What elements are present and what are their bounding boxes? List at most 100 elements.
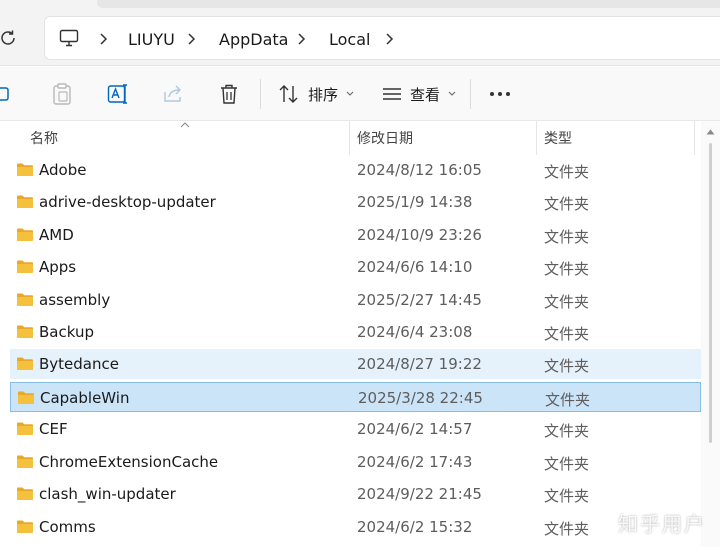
sort-label: 排序 [308, 85, 339, 104]
modified-date: 2024/10/9 23:26 [357, 226, 482, 244]
paste-button[interactable] [52, 80, 72, 108]
modified-date: 2024/6/4 23:08 [357, 323, 473, 341]
more-options-button[interactable] [489, 80, 511, 108]
rename-icon [107, 84, 127, 104]
toolbar-divider [260, 79, 261, 109]
scroll-up-icon[interactable] [706, 129, 715, 135]
view-button[interactable]: 查看 [382, 80, 456, 108]
watermark-text: 知乎用户 [618, 512, 706, 536]
modified-date: 2025/1/9 14:38 [357, 193, 473, 211]
modified-date: 2024/8/27 19:22 [357, 355, 482, 373]
modified-date: 2024/6/2 14:57 [357, 420, 473, 438]
folder-icon [17, 520, 33, 533]
list-item[interactable]: Backup 2024/6/4 23:08 文件夹 [10, 317, 701, 347]
sort-button[interactable]: 排序 [278, 80, 354, 108]
list-item[interactable]: Apps 2024/6/6 14:10 文件夹 [10, 252, 701, 282]
modified-date: 2025/3/28 22:45 [358, 389, 483, 407]
address-bar[interactable]: LIUYU AppData Local [44, 16, 720, 60]
folder-icon [17, 325, 33, 338]
modified-date: 2024/8/12 16:05 [357, 161, 482, 179]
list-item[interactable]: AMD 2024/10/9 23:26 文件夹 [10, 220, 701, 250]
folder-icon [17, 455, 33, 468]
view-list-icon [383, 88, 401, 100]
file-name: AMD [39, 226, 74, 244]
chevron-right-icon[interactable] [383, 30, 397, 48]
clipboard-icon [53, 83, 71, 105]
modified-date: 2024/6/2 17:43 [357, 453, 473, 471]
scrollbar-thumb[interactable] [709, 143, 712, 443]
delete-button[interactable] [219, 80, 239, 108]
file-type: 文件夹 [544, 163, 590, 181]
list-item[interactable]: CapableWin 2025/3/28 22:45 文件夹 [10, 382, 701, 412]
list-item[interactable]: CEF 2024/6/2 14:57 文件夹 [10, 414, 701, 444]
modified-date: 2024/9/22 21:45 [357, 485, 482, 503]
copy-button[interactable] [0, 80, 16, 108]
folder-icon [17, 163, 33, 176]
folder-icon [17, 228, 33, 241]
folder-icon [17, 487, 33, 500]
title-strip [0, 0, 720, 10]
folder-icon [17, 195, 33, 208]
chevron-down-icon [346, 91, 354, 96]
modified-date: 2025/2/27 14:45 [357, 291, 482, 309]
file-type: 文件夹 [544, 260, 590, 278]
file-name: CEF [39, 420, 68, 438]
file-type: 文件夹 [544, 520, 590, 538]
modified-date: 2024/6/2 15:32 [357, 518, 473, 536]
column-divider[interactable] [536, 121, 537, 155]
file-name: Comms [39, 518, 96, 536]
file-name: ChromeExtensionCache [39, 453, 219, 471]
list-item[interactable]: clash_win-updater 2024/9/22 21:45 文件夹 [10, 479, 701, 509]
file-name: clash_win-updater [39, 485, 176, 503]
address-row: LIUYU AppData Local [0, 10, 720, 66]
list-item[interactable]: ChromeExtensionCache 2024/6/2 17:43 文件夹 [10, 447, 701, 477]
file-name: assembly [39, 291, 111, 309]
refresh-button[interactable] [0, 24, 20, 52]
file-name: CapableWin [40, 389, 130, 407]
folder-icon [17, 293, 33, 306]
breadcrumb-item-liuyu[interactable]: LIUYU [128, 30, 175, 49]
column-name-header[interactable]: 名称 [30, 128, 58, 148]
vertical-scrollbar[interactable] [701, 121, 720, 547]
list-item[interactable]: adrive-desktop-updater 2025/1/9 14:38 文件夹 [10, 187, 701, 217]
sort-ascending-icon [180, 122, 190, 128]
column-header: 名称 修改日期 类型 [0, 121, 720, 155]
folder-icon [17, 357, 33, 370]
rename-button[interactable] [107, 80, 129, 108]
toolbar-divider [470, 79, 471, 109]
file-name: adrive-desktop-updater [39, 193, 216, 211]
list-item[interactable]: Comms 2024/6/2 15:32 文件夹 [10, 512, 701, 542]
tab-edge [97, 0, 720, 8]
folder-icon [17, 260, 33, 273]
breadcrumb-item-local[interactable]: Local [329, 30, 370, 49]
file-type: 文件夹 [544, 228, 590, 246]
share-button[interactable] [163, 80, 185, 108]
chevron-right-icon[interactable] [295, 30, 309, 48]
column-type-header[interactable]: 类型 [544, 128, 572, 148]
column-divider[interactable] [349, 121, 350, 155]
file-type: 文件夹 [544, 357, 590, 375]
column-date-header[interactable]: 修改日期 [357, 128, 413, 148]
trash-icon [221, 84, 237, 104]
file-type: 文件夹 [544, 422, 590, 440]
breadcrumb-item-appdata[interactable]: AppData [219, 30, 288, 49]
modified-date: 2024/6/6 14:10 [357, 258, 473, 276]
file-type: 文件夹 [544, 325, 590, 343]
view-label: 查看 [410, 85, 441, 104]
command-bar: 排序 查看 [0, 67, 720, 121]
sort-icon [279, 85, 298, 103]
file-type: 文件夹 [545, 391, 591, 409]
file-name: Bytedance [39, 355, 119, 373]
file-type: 文件夹 [544, 455, 590, 473]
list-item[interactable]: assembly 2025/2/27 14:45 文件夹 [10, 285, 701, 315]
column-divider[interactable] [694, 121, 695, 155]
computer-icon [59, 29, 79, 47]
list-item[interactable]: Bytedance 2024/8/27 19:22 文件夹 [10, 349, 701, 379]
chevron-right-icon[interactable] [97, 30, 111, 48]
file-name: Adobe [39, 161, 87, 179]
file-type: 文件夹 [544, 487, 590, 505]
list-item[interactable]: Adobe 2024/8/12 16:05 文件夹 [10, 155, 701, 185]
copy-icon [0, 87, 9, 101]
file-name: Backup [39, 323, 94, 341]
chevron-right-icon[interactable] [185, 30, 199, 48]
